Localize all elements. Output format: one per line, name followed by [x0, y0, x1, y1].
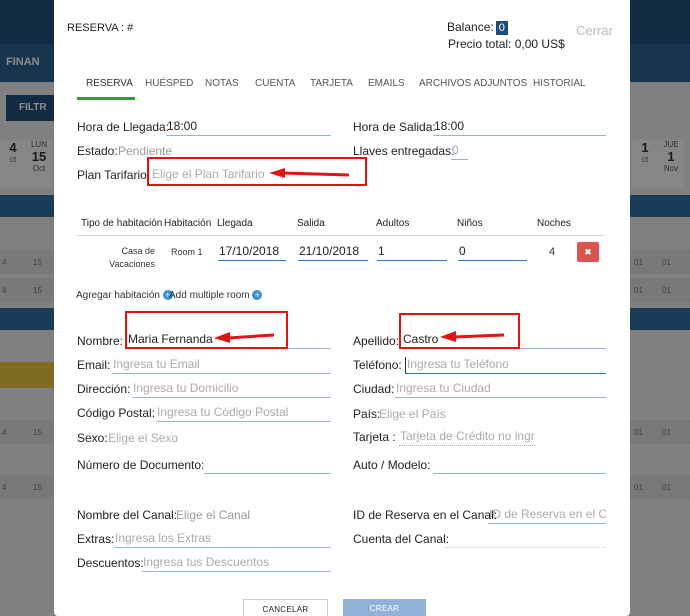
channel-name-label: Nombre del Canal:	[77, 508, 178, 522]
total-price-value: 0,00 US$	[514, 37, 565, 51]
close-icon: ✖	[584, 247, 592, 257]
col-adults: Adultos	[376, 218, 410, 229]
cancel-button[interactable]: CANCELAR	[243, 599, 328, 616]
tab-archivos-adjuntos[interactable]: ARCHIVOS ADJUNTOS	[419, 78, 527, 89]
arrival-time-input[interactable]: 18:00	[166, 119, 331, 136]
status-value: Pendiente	[118, 144, 173, 158]
tab-notas[interactable]: NOTAS	[205, 78, 239, 89]
sex-label: Sexo:	[77, 431, 108, 445]
room-type-line1: Casa de	[121, 246, 155, 256]
channel-name-select[interactable]: Elige el Canal	[176, 508, 250, 522]
room-name: Room 1	[171, 247, 203, 257]
discounts-label: Descuentos:	[77, 556, 144, 570]
tab-huesped[interactable]: HUÉSPED	[145, 78, 193, 89]
room-arrival-date-input[interactable]: 17/10/2018	[218, 244, 286, 261]
create-button[interactable]: CREAR	[343, 599, 426, 616]
phone-label: Teléfono:	[353, 358, 402, 372]
add-room-label: Agregar habitación	[76, 290, 160, 301]
table-header-divider	[77, 235, 605, 236]
col-room: Habitación	[164, 218, 212, 229]
car-model-label: Auto / Modelo:	[353, 458, 431, 472]
tab-emails[interactable]: EMAILS	[368, 78, 405, 89]
add-multiple-room-link[interactable]: Add multiple room +	[169, 290, 263, 301]
tab-historial[interactable]: HISTORIAL	[533, 78, 586, 89]
balance: Balance: 0	[447, 20, 508, 35]
document-number-input[interactable]	[204, 457, 331, 474]
annotation-arrow-icon	[440, 331, 505, 342]
col-children: Niños	[457, 218, 483, 229]
delete-room-button[interactable]: ✖	[577, 242, 599, 262]
name-label: Nombre:	[77, 334, 124, 348]
children-input[interactable]: 0	[458, 244, 527, 261]
document-number-label: Número de Documento:	[77, 458, 205, 472]
modal-title: RESERVA : #	[67, 22, 134, 34]
arrival-time-label: Hora de Llegada:	[77, 120, 170, 134]
col-arrival: Llegada	[217, 218, 253, 229]
address-label: Dirección:	[77, 382, 131, 396]
keys-delivered-input[interactable]: 0	[451, 143, 468, 160]
status-label: Estado:	[77, 144, 118, 158]
surname-label: Apellido:	[353, 334, 400, 348]
active-tab-indicator	[77, 97, 135, 100]
adults-input[interactable]: 1	[377, 244, 447, 261]
close-button[interactable]: Cerrar	[576, 23, 613, 38]
annotation-arrow-icon	[214, 332, 275, 343]
car-model-input[interactable]	[433, 457, 606, 474]
keys-delivered-label: Llaves entregadas:	[353, 144, 455, 158]
balance-badge: 0	[495, 21, 508, 35]
room-departure-date-input[interactable]: 21/10/2018	[298, 244, 368, 261]
nights-value: 4	[549, 246, 556, 258]
zip-input[interactable]: Ingresa tu Código Postal	[156, 405, 331, 422]
reservation-modal: RESERVA : # Balance: 0 Precio total: 0,00…	[54, 0, 630, 616]
email-input[interactable]: Ingresa tu Email	[112, 357, 331, 374]
address-input[interactable]: Ingresa tu Domicilio	[132, 381, 331, 398]
country-label: País:	[353, 407, 381, 421]
card-input[interactable]: Tarjeta de Crédito no ingr	[399, 429, 535, 446]
zip-label: Código Postal:	[77, 406, 156, 420]
channel-reservation-id-input[interactable]: ID de Reserva en el Ca	[488, 507, 606, 524]
total-price-label: Precio total:	[448, 37, 512, 51]
add-room-link[interactable]: Agregar habitación +	[76, 290, 173, 301]
channel-account-input[interactable]	[444, 531, 606, 548]
plus-icon: +	[252, 290, 263, 301]
country-select[interactable]: Elige el País	[379, 407, 446, 421]
col-departure: Salida	[297, 218, 325, 229]
add-multiple-room-label: Add multiple room	[169, 290, 250, 301]
sex-select[interactable]: Elige el Sexo	[108, 431, 178, 445]
city-input[interactable]: Ingresa tu Ciudad	[395, 381, 606, 398]
departure-time-label: Hora de Salida:	[353, 120, 436, 134]
channel-account-label: Cuenta del Canal:	[353, 532, 450, 546]
col-nights: Noches	[537, 218, 571, 229]
discounts-input[interactable]: Ingresa tus Descuentos	[142, 555, 331, 572]
card-label: Tarjeta :	[353, 430, 396, 444]
extras-input[interactable]: Ingresa los Extras	[114, 531, 331, 548]
col-room-type: Tipo de habitación	[81, 218, 163, 229]
extras-label: Extras:	[77, 532, 115, 546]
tab-cuenta[interactable]: CUENTA	[255, 78, 295, 89]
city-label: Ciudad:	[353, 382, 395, 396]
tab-reserva[interactable]: RESERVA	[86, 78, 133, 89]
email-label: Email:	[77, 358, 111, 372]
highlight-box	[125, 311, 288, 349]
departure-time-input[interactable]: 18:00	[433, 119, 606, 136]
room-type-line2: Vacaciones	[109, 259, 155, 269]
annotation-arrow-icon	[269, 168, 350, 178]
total-price: Precio total: 0,00 US$	[448, 37, 565, 51]
rate-plan-label: Plan Tarifario:	[77, 168, 151, 182]
channel-reservation-id-label: ID de Reserva en el Canal:	[353, 508, 498, 522]
phone-input[interactable]: Ingresa tu Teléfono	[405, 357, 606, 374]
balance-label: Balance:	[447, 20, 494, 34]
tab-tarjeta[interactable]: TARJETA	[310, 78, 353, 89]
